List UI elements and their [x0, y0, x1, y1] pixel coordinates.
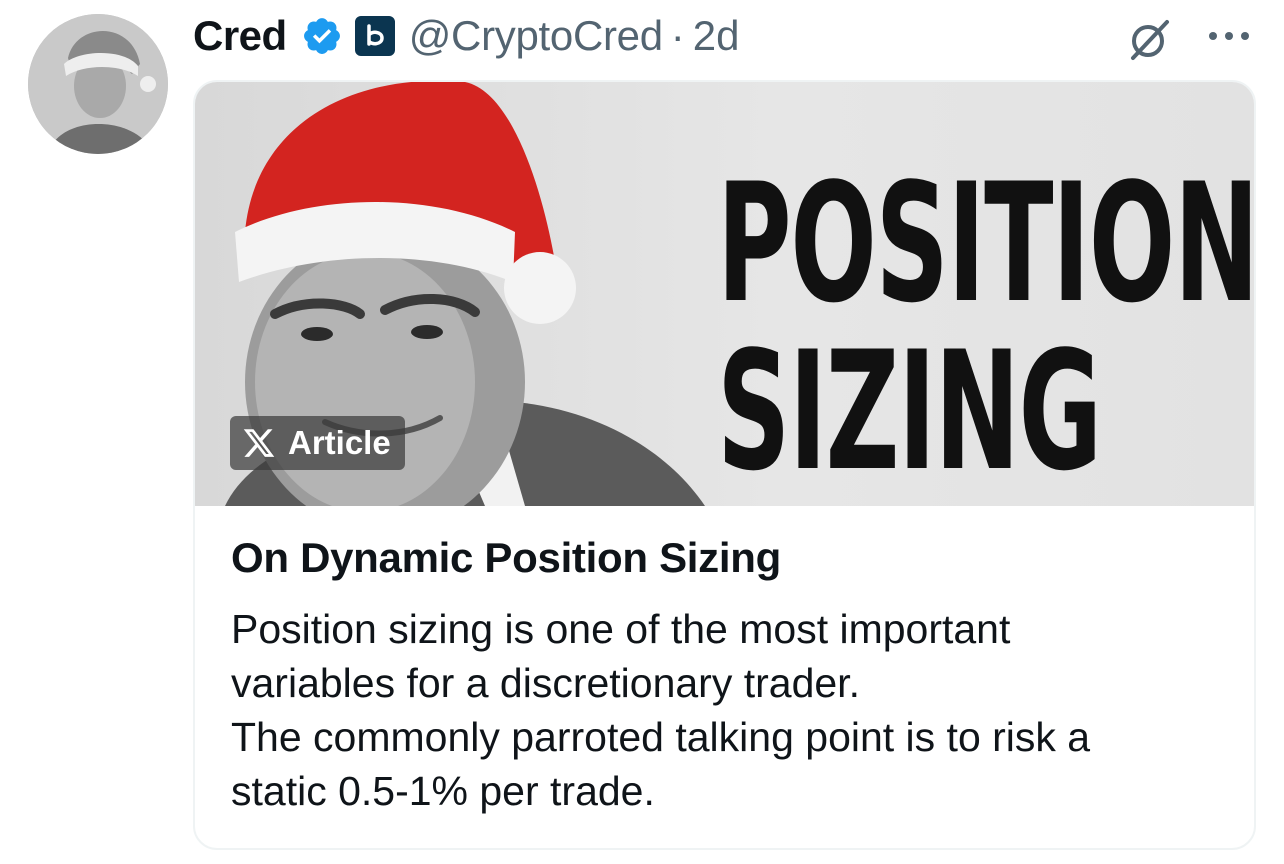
author-avatar[interactable]: [28, 14, 168, 154]
article-excerpt: Position sizing is one of the most impor…: [231, 602, 1231, 818]
author-handle[interactable]: @CryptoCred: [409, 12, 663, 60]
grok-icon[interactable]: [1125, 14, 1175, 64]
excerpt-line-4: static 0.5-1% per trade.: [231, 768, 655, 814]
post-time[interactable]: 2d: [693, 12, 740, 60]
excerpt-line-1: Position sizing is one of the most impor…: [231, 606, 1011, 652]
article-cover-image[interactable]: POSITION SIZING Article: [195, 82, 1256, 506]
article-title[interactable]: On Dynamic Position Sizing: [231, 534, 781, 582]
excerpt-line-3: The commonly parroted talking point is t…: [231, 714, 1091, 760]
article-card[interactable]: POSITION SIZING Article On Dynamic Posit…: [193, 80, 1256, 850]
article-badge-label: Article: [288, 424, 391, 461]
author-name[interactable]: Cred: [193, 12, 287, 60]
separator-dot: ·: [670, 12, 685, 59]
excerpt-line-2: variables for a discretionary trader.: [231, 660, 860, 706]
article-badge: Article: [230, 416, 405, 470]
more-icon[interactable]: [1205, 22, 1253, 50]
verified-badge-icon[interactable]: [301, 15, 343, 57]
avatar-image: [28, 14, 168, 154]
cover-title-line-1: POSITION: [717, 148, 1256, 339]
cover-title-line-2: SIZING: [717, 316, 1102, 506]
x-logo-icon: [243, 429, 275, 457]
tweet-header: Cred @CryptoCred · 2d: [193, 8, 740, 64]
cover-title: POSITION SIZING: [717, 148, 1256, 506]
affiliate-badge-icon[interactable]: [354, 16, 395, 56]
